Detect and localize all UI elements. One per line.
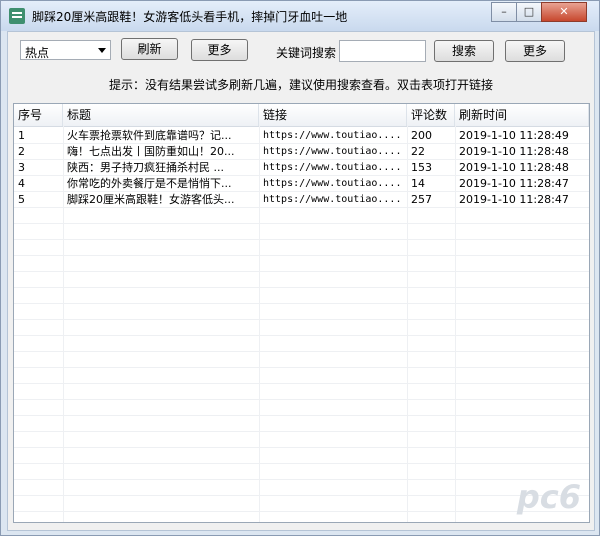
row-time: 2019-1-10 11:28:47 bbox=[459, 177, 569, 190]
row-index: 5 bbox=[18, 193, 25, 206]
grid-line bbox=[14, 303, 589, 304]
row-link: https://www.toutiao.... bbox=[263, 146, 402, 157]
search-label: 关键词搜索 bbox=[276, 46, 337, 60]
row-link: https://www.toutiao.... bbox=[263, 178, 402, 189]
grid-line bbox=[14, 175, 589, 176]
chevron-down-icon bbox=[98, 48, 106, 53]
grid-line bbox=[14, 255, 589, 256]
row-link: https://www.toutiao.... bbox=[263, 194, 402, 205]
row-time: 2019-1-10 11:28:49 bbox=[459, 129, 569, 142]
table-row[interactable]: 5 脚踩20厘米高跟鞋！女游客低头... https://www.toutiao… bbox=[14, 192, 589, 208]
client-area: 热点 刷新 更多 关键词搜索 搜索 更多 提示：没有结果尝试多刷新几遍，建议使用… bbox=[7, 31, 595, 531]
col-index-header[interactable]: 序号 bbox=[14, 104, 63, 126]
table-row[interactable]: 1 火车票抢票软件到底靠谱吗？记... https://www.toutiao.… bbox=[14, 128, 589, 144]
refresh-button[interactable]: 刷新 bbox=[121, 38, 178, 60]
row-time: 2019-1-10 11:28:48 bbox=[459, 161, 569, 174]
table-row[interactable]: 4 你常吃的外卖餐厅是不是悄悄下... https://www.toutiao.… bbox=[14, 176, 589, 192]
row-link: https://www.toutiao.... bbox=[263, 130, 402, 141]
row-title: 你常吃的外卖餐厅是不是悄悄下... bbox=[67, 177, 232, 190]
category-select[interactable]: 热点 bbox=[20, 40, 111, 60]
col-comments-header[interactable]: 评论数 bbox=[407, 104, 455, 126]
row-comments: 257 bbox=[411, 193, 432, 206]
results-table[interactable]: 序号 标题 链接 评论数 刷新时间 1 火车票抢票软件到底靠谱吗？记... ht… bbox=[13, 103, 590, 523]
grid-line bbox=[14, 415, 589, 416]
row-title: 脚踩20厘米高跟鞋！女游客低头... bbox=[67, 193, 235, 206]
maximize-button[interactable]: □ bbox=[516, 2, 542, 22]
row-time: 2019-1-10 11:28:48 bbox=[459, 145, 569, 158]
grid-line bbox=[14, 287, 589, 288]
window-title: 脚踩20厘米高跟鞋！女游客低头看手机，摔掉门牙血吐一地 bbox=[32, 10, 348, 24]
col-time-header[interactable]: 刷新时间 bbox=[455, 104, 589, 126]
table-header: 序号 标题 链接 评论数 刷新时间 bbox=[14, 104, 589, 127]
grid-line bbox=[14, 399, 589, 400]
grid-line bbox=[14, 495, 589, 496]
more-button-2[interactable]: 更多 bbox=[505, 40, 565, 62]
col-link-header[interactable]: 链接 bbox=[259, 104, 407, 126]
title-bar[interactable]: 脚踩20厘米高跟鞋！女游客低头看手机，摔掉门牙血吐一地 – □ ✕ bbox=[1, 1, 599, 31]
grid-line bbox=[14, 335, 589, 336]
grid-line bbox=[14, 447, 589, 448]
grid-line bbox=[14, 143, 589, 144]
category-select-value: 热点 bbox=[25, 46, 50, 60]
row-comments: 14 bbox=[411, 177, 425, 190]
row-index: 2 bbox=[18, 145, 25, 158]
grid-line bbox=[14, 207, 589, 208]
minimize-button[interactable]: – bbox=[491, 2, 517, 22]
grid-line bbox=[14, 383, 589, 384]
app-icon bbox=[9, 8, 25, 24]
more-button[interactable]: 更多 bbox=[191, 39, 248, 61]
row-index: 1 bbox=[18, 129, 25, 142]
grid-line bbox=[14, 191, 589, 192]
table-row[interactable]: 2 嗨！七点出发丨国防重如山！20... https://www.toutiao… bbox=[14, 144, 589, 160]
close-button[interactable]: ✕ bbox=[541, 2, 587, 22]
row-index: 3 bbox=[18, 161, 25, 174]
row-title: 陕西：男子持刀疯狂捅杀村民 ... bbox=[67, 161, 224, 174]
grid-line bbox=[14, 463, 589, 464]
watermark-logo: pc6 bbox=[516, 478, 581, 516]
row-title: 嗨！七点出发丨国防重如山！20... bbox=[67, 145, 235, 158]
grid-line bbox=[14, 431, 589, 432]
table-row[interactable]: 3 陕西：男子持刀疯狂捅杀村民 ... https://www.toutiao.… bbox=[14, 160, 589, 176]
grid-line bbox=[14, 271, 589, 272]
grid-line bbox=[14, 239, 589, 240]
search-input[interactable] bbox=[339, 40, 426, 62]
grid-line bbox=[14, 319, 589, 320]
row-title: 火车票抢票软件到底靠谱吗？记... bbox=[67, 129, 232, 142]
app-window: 脚踩20厘米高跟鞋！女游客低头看手机，摔掉门牙血吐一地 – □ ✕ 热点 刷新 … bbox=[0, 0, 600, 536]
grid-line bbox=[14, 159, 589, 160]
search-button[interactable]: 搜索 bbox=[434, 40, 494, 62]
row-time: 2019-1-10 11:28:47 bbox=[459, 193, 569, 206]
row-index: 4 bbox=[18, 177, 25, 190]
row-comments: 153 bbox=[411, 161, 432, 174]
col-title-header[interactable]: 标题 bbox=[63, 104, 259, 126]
grid-line bbox=[14, 351, 589, 352]
grid-line bbox=[14, 367, 589, 368]
grid-line bbox=[14, 223, 589, 224]
row-comments: 200 bbox=[411, 129, 432, 142]
row-comments: 22 bbox=[411, 145, 425, 158]
row-link: https://www.toutiao.... bbox=[263, 162, 402, 173]
grid-line bbox=[14, 479, 589, 480]
grid-line bbox=[14, 511, 589, 512]
hint-text: 提示：没有结果尝试多刷新几遍，建议使用搜索查看。双击表项打开链接 bbox=[108, 78, 493, 92]
